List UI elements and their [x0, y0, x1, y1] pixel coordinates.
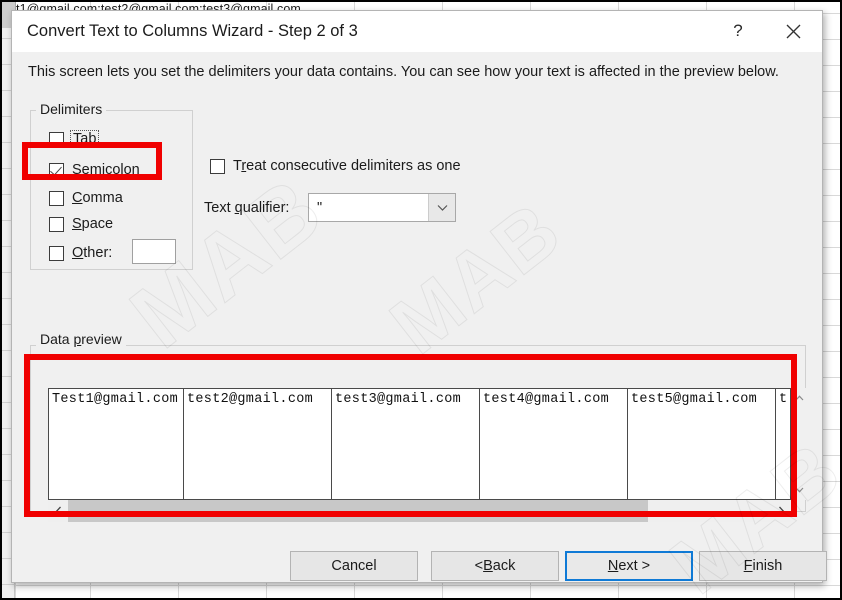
text-qualifier-value: "	[317, 199, 323, 216]
preview-column[interactable]: Test1@gmail.com	[49, 389, 184, 499]
dialog-titlebar: Convert Text to Columns Wizard - Step 2 …	[12, 11, 822, 52]
label-rest: ualifier:	[242, 200, 290, 216]
accesskey: S	[72, 216, 82, 232]
label-rest: omma	[82, 190, 123, 206]
text-qualifier-label: Text qualifier:	[204, 200, 289, 216]
checkbox-other[interactable]: Other:	[49, 243, 112, 263]
preview-vertical-scrollbar[interactable]	[791, 388, 807, 500]
preview-cell: test2@gmail.com	[187, 392, 314, 407]
preview-cell: test4@gmail.com	[483, 392, 610, 407]
preview-column[interactable]: t	[776, 389, 790, 499]
chevron-right-icon[interactable]	[771, 500, 791, 522]
label-rest: ab	[80, 131, 97, 147]
checkbox-tab[interactable]: Tab	[49, 129, 100, 149]
accesskey: m	[89, 162, 102, 178]
label-prefix: Text	[204, 200, 235, 216]
checkbox-space-label: Space	[72, 216, 113, 232]
chevron-up-icon[interactable]	[791, 390, 807, 406]
checkbox-other-box[interactable]	[49, 245, 64, 261]
checkbox-treat-consecutive-delimiters[interactable]: Treat consecutive delimiters as one	[210, 156, 461, 176]
question-mark-icon: ?	[733, 21, 743, 40]
text-qualifier-dropdown[interactable]: "	[308, 193, 456, 222]
label-prefix: <	[474, 558, 484, 574]
preview-column[interactable]: test5@gmail.com	[628, 389, 776, 499]
label-rest: ther:	[83, 245, 113, 261]
hscrollbar-thumb[interactable]	[68, 500, 648, 522]
spreadsheet-row-line	[2, 585, 840, 586]
label-rest: ack	[492, 558, 516, 574]
checkbox-comma[interactable]: Comma	[49, 188, 123, 208]
chevron-down-icon[interactable]	[428, 194, 455, 221]
checkbox-space-box[interactable]	[49, 216, 64, 232]
preview-cell: t	[779, 392, 788, 407]
other-delimiter-input[interactable]	[132, 239, 176, 264]
screen-root: t1@gmail.com;test2@gmail.com;test3@gmail…	[0, 0, 842, 600]
delimiters-group-title: Delimiters	[36, 101, 107, 117]
checkbox-semicolon-box[interactable]	[49, 162, 64, 178]
checkbox-comma-label: Comma	[72, 190, 123, 206]
accesskey: F	[743, 558, 753, 574]
checkbox-tab-label: Tab	[70, 130, 100, 148]
accesskey: B	[483, 558, 493, 574]
label-rest: icolon	[101, 162, 140, 178]
chevron-down-icon[interactable]	[791, 482, 807, 498]
checkbox-semicolon-label: Semicolon	[72, 162, 140, 178]
close-icon	[786, 24, 801, 39]
back-button[interactable]: < Back	[431, 551, 559, 581]
button-label: Cancel	[331, 558, 377, 574]
help-button[interactable]: ?	[715, 11, 761, 51]
checkbox-treat-consecutive-box[interactable]	[210, 158, 225, 174]
finish-button[interactable]: Finish	[699, 551, 827, 581]
label-prefix: Data	[40, 331, 74, 347]
hscrollbar-track[interactable]	[68, 500, 771, 522]
cancel-button[interactable]: Cancel	[290, 551, 418, 581]
preview-column[interactable]: test2@gmail.com	[184, 389, 332, 499]
checkbox-semicolon[interactable]: Semicolon	[49, 160, 140, 180]
label-rest: pace	[81, 216, 114, 232]
chevron-left-icon[interactable]	[48, 500, 68, 522]
accesskey: q	[234, 200, 243, 216]
preview-column[interactable]: test3@gmail.com	[332, 389, 480, 499]
convert-text-to-columns-dialog: Convert Text to Columns Wizard - Step 2 …	[11, 10, 827, 583]
label-rest: eat consecutive delimiters as one	[246, 158, 461, 174]
accesskey: C	[72, 190, 83, 206]
accesskey: N	[607, 558, 619, 574]
label-rest: ext >	[618, 558, 651, 574]
preview-cell: test5@gmail.com	[631, 392, 758, 407]
checkbox-tab-box[interactable]	[49, 131, 64, 147]
close-button[interactable]	[770, 11, 816, 51]
label-rest: inish	[752, 558, 783, 574]
checkbox-comma-box[interactable]	[49, 190, 64, 206]
checkbox-space[interactable]: Space	[49, 214, 113, 234]
checkbox-treat-consecutive-label: Treat consecutive delimiters as one	[233, 158, 461, 174]
data-preview-table[interactable]: Test1@gmail.com test2@gmail.com test3@gm…	[48, 388, 791, 500]
preview-column[interactable]: test4@gmail.com	[480, 389, 628, 499]
checkbox-other-label: Other:	[72, 245, 112, 261]
accesskey: O	[72, 245, 84, 261]
next-button[interactable]: Next >	[565, 551, 693, 581]
preview-horizontal-scrollbar[interactable]	[48, 500, 791, 522]
label-rest: review	[81, 331, 122, 347]
dialog-title: Convert Text to Columns Wizard - Step 2 …	[27, 22, 358, 40]
label-prefix: Se	[72, 162, 90, 178]
preview-cell: Test1@gmail.com	[52, 392, 179, 407]
preview-cell: test3@gmail.com	[335, 392, 462, 407]
spreadsheet-row-header[interactable]	[2, 585, 15, 598]
data-preview-group-title: Data preview	[36, 331, 126, 347]
instruction-text: This screen lets you set the delimiters …	[28, 64, 779, 80]
